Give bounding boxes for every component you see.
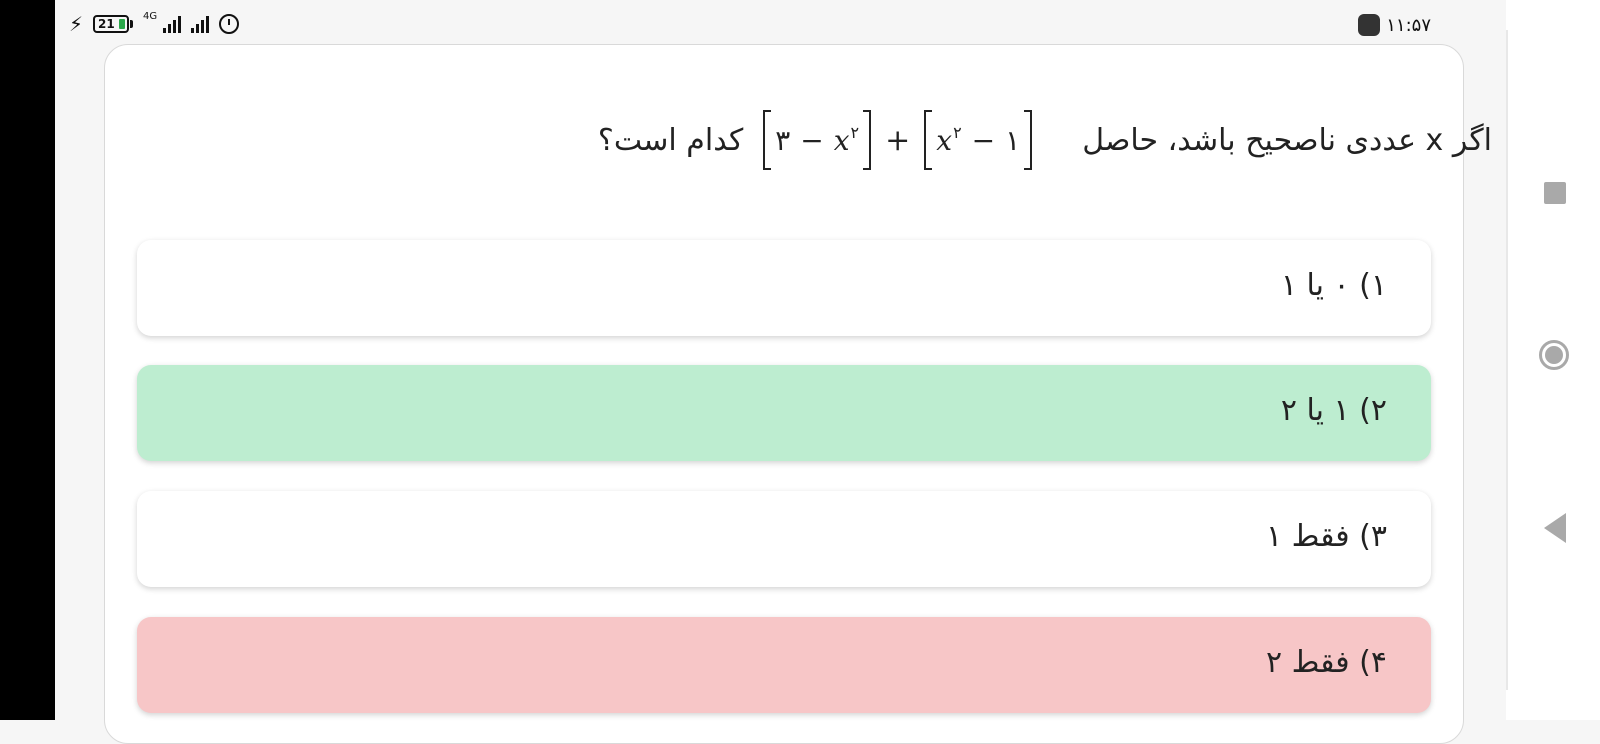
formula-const-3: ۳: [775, 123, 791, 157]
charging-bolt-icon: ⚡: [69, 12, 84, 36]
option-2-correct[interactable]: ۲) ۱ یا ۲: [137, 365, 1431, 461]
android-nav-bar: [1506, 0, 1600, 720]
clock-time: ۱۱:۵۷: [1386, 14, 1431, 36]
formula-exponent-1: ۲: [850, 122, 860, 142]
nav-separator: [1506, 30, 1508, 690]
formula-minus-1: −: [800, 123, 824, 157]
option-4-label: ۴) فقط ۲: [1265, 645, 1387, 680]
formula-exponent-2: ۲: [953, 122, 962, 142]
floor-bracket-term2: x۲ − ۱: [924, 110, 1033, 170]
option-3[interactable]: ۳) فقط ۱: [137, 491, 1431, 587]
home-circle-icon[interactable]: [1539, 340, 1569, 370]
screen-record-icon: [1358, 14, 1381, 36]
network-type-label: 4G: [143, 10, 158, 22]
floor-bracket-term1: ۳ − x۲: [763, 110, 872, 170]
question-formula: ۳ − x۲ + x۲ − ۱: [763, 110, 1033, 170]
formula-var-x-2: x: [936, 123, 953, 157]
option-1-label: ۱) ۰ یا ۱: [1280, 268, 1387, 303]
recents-square-icon[interactable]: [1544, 182, 1566, 204]
formula-var-x-1: x: [833, 123, 850, 157]
formula-minus-2: −: [971, 123, 996, 157]
alarm-icon: [219, 14, 240, 34]
left-black-bar: [0, 0, 55, 720]
formula-const-1: ۱: [1005, 123, 1021, 157]
question-text-after: کدام است؟: [597, 122, 744, 158]
option-1[interactable]: ۱) ۰ یا ۱: [137, 240, 1431, 336]
formula-plus: +: [885, 122, 911, 158]
option-4-wrong[interactable]: ۴) فقط ۲: [137, 617, 1431, 713]
status-icons-right: ۱۱:۵۷: [1358, 14, 1431, 36]
battery-icon: 21: [93, 15, 134, 33]
signal-strength-icon-2: [191, 15, 210, 33]
option-3-label: ۳) فقط ۱: [1265, 519, 1387, 554]
question-text: اگر x عددی ناصحیح باشد، حاصل ۳ − x۲ + x۲…: [598, 110, 1492, 170]
back-triangle-icon[interactable]: [1544, 513, 1566, 543]
battery-percent: 21: [98, 17, 115, 31]
signal-strength-icon: [163, 15, 182, 33]
question-text-before: اگر x عددی ناصحیح باشد، حاصل: [1082, 122, 1492, 158]
status-icons-left: ⚡ 21 4G: [69, 10, 240, 36]
option-2-label: ۲) ۱ یا ۲: [1280, 393, 1387, 428]
